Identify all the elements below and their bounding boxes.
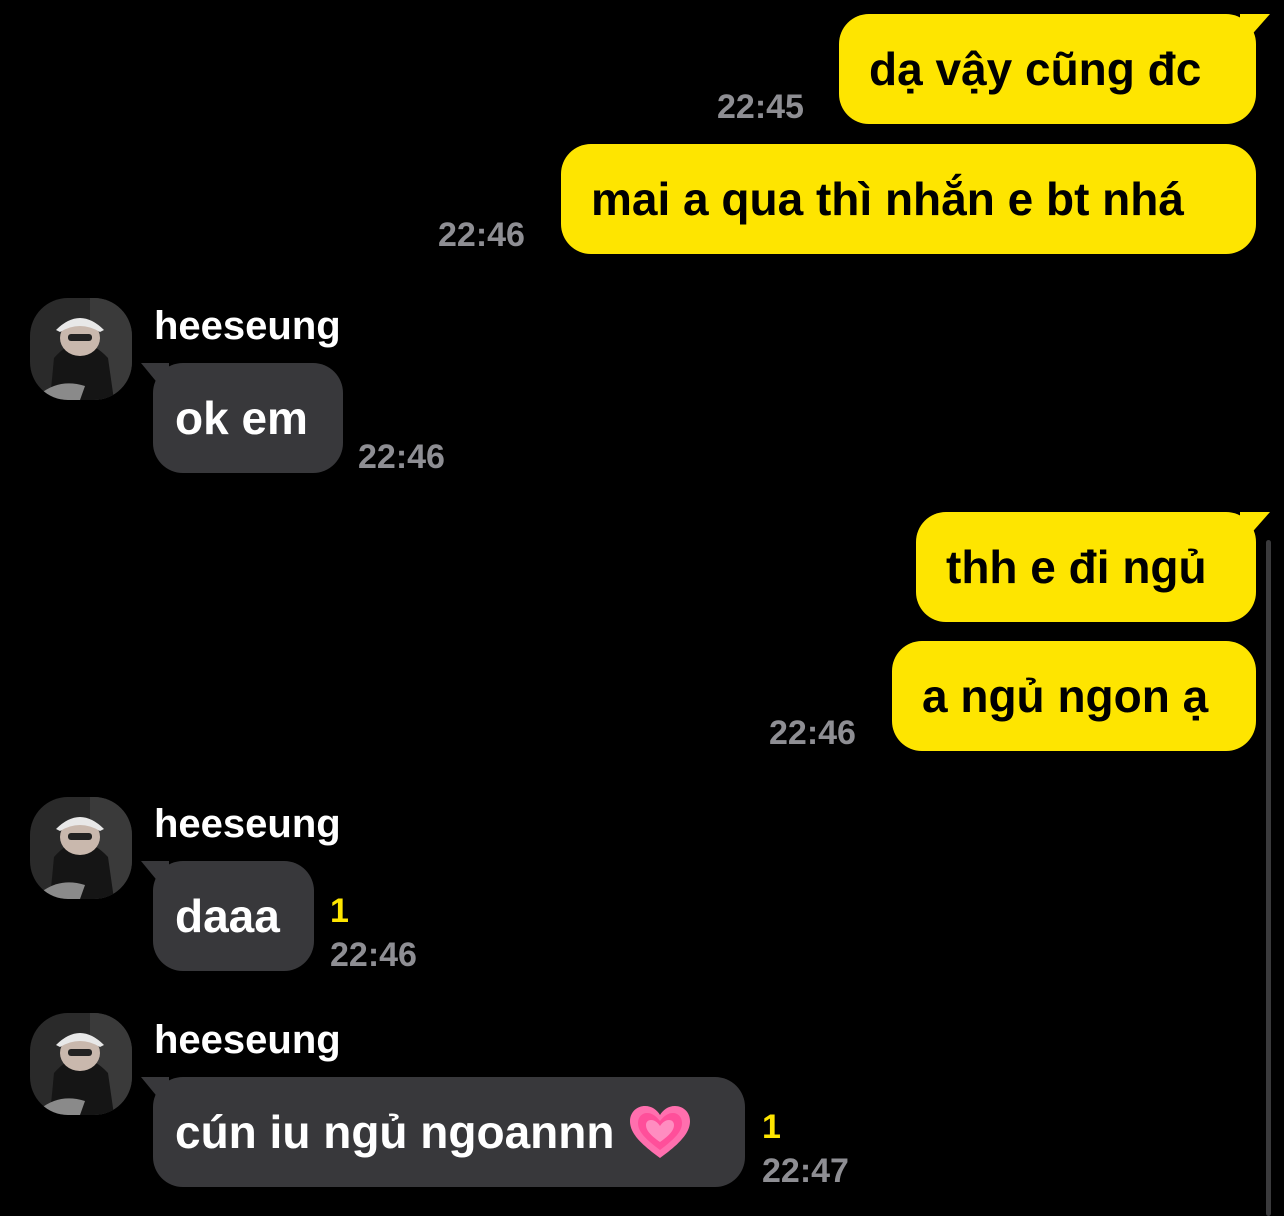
incoming-message-bubble[interactable]: ok em xyxy=(141,363,343,473)
message-text: dạ vậy cũng đc xyxy=(869,43,1202,95)
sender-name: heeseung xyxy=(154,1018,341,1062)
message-timestamp: 22:46 xyxy=(769,714,856,752)
avatar[interactable] xyxy=(30,1013,132,1115)
incoming-message-bubble[interactable]: daaa xyxy=(141,861,314,971)
heart-icon xyxy=(628,1104,692,1160)
unread-count: 1 xyxy=(762,1108,781,1146)
avatar[interactable] xyxy=(30,298,132,400)
message-text: cún iu ngủ ngoannn xyxy=(175,1106,615,1158)
message-text: ok em xyxy=(175,392,308,444)
avatar-photo xyxy=(30,1013,132,1115)
incoming-message-bubble[interactable]: cún iu ngủ ngoannn xyxy=(141,1077,745,1187)
message-timestamp: 22:45 xyxy=(717,88,804,126)
unread-count: 1 xyxy=(330,892,349,930)
message-timestamp: 22:46 xyxy=(438,216,525,254)
avatar-photo xyxy=(30,797,132,899)
outgoing-message-bubble[interactable]: mai a qua thì nhắn e bt nhá xyxy=(561,144,1256,254)
outgoing-message-bubble[interactable]: a ngủ ngon ạ xyxy=(892,641,1256,751)
sender-name: heeseung xyxy=(154,304,341,348)
message-text: thh e đi ngủ xyxy=(946,541,1207,593)
message-timestamp: 22:47 xyxy=(762,1152,849,1190)
message-text: mai a qua thì nhắn e bt nhá xyxy=(591,173,1184,225)
message-text: daaa xyxy=(175,890,280,942)
sender-name: heeseung xyxy=(154,802,341,846)
outgoing-message-bubble[interactable]: dạ vậy cũng đc xyxy=(839,14,1270,124)
message-timestamp: 22:46 xyxy=(330,936,417,974)
outgoing-message-bubble[interactable]: thh e đi ngủ xyxy=(916,512,1270,622)
avatar-photo xyxy=(30,298,132,400)
message-timestamp: 22:46 xyxy=(358,438,445,476)
avatar[interactable] xyxy=(30,797,132,899)
scrollbar[interactable] xyxy=(1266,540,1271,1216)
message-text: a ngủ ngon ạ xyxy=(922,670,1209,722)
